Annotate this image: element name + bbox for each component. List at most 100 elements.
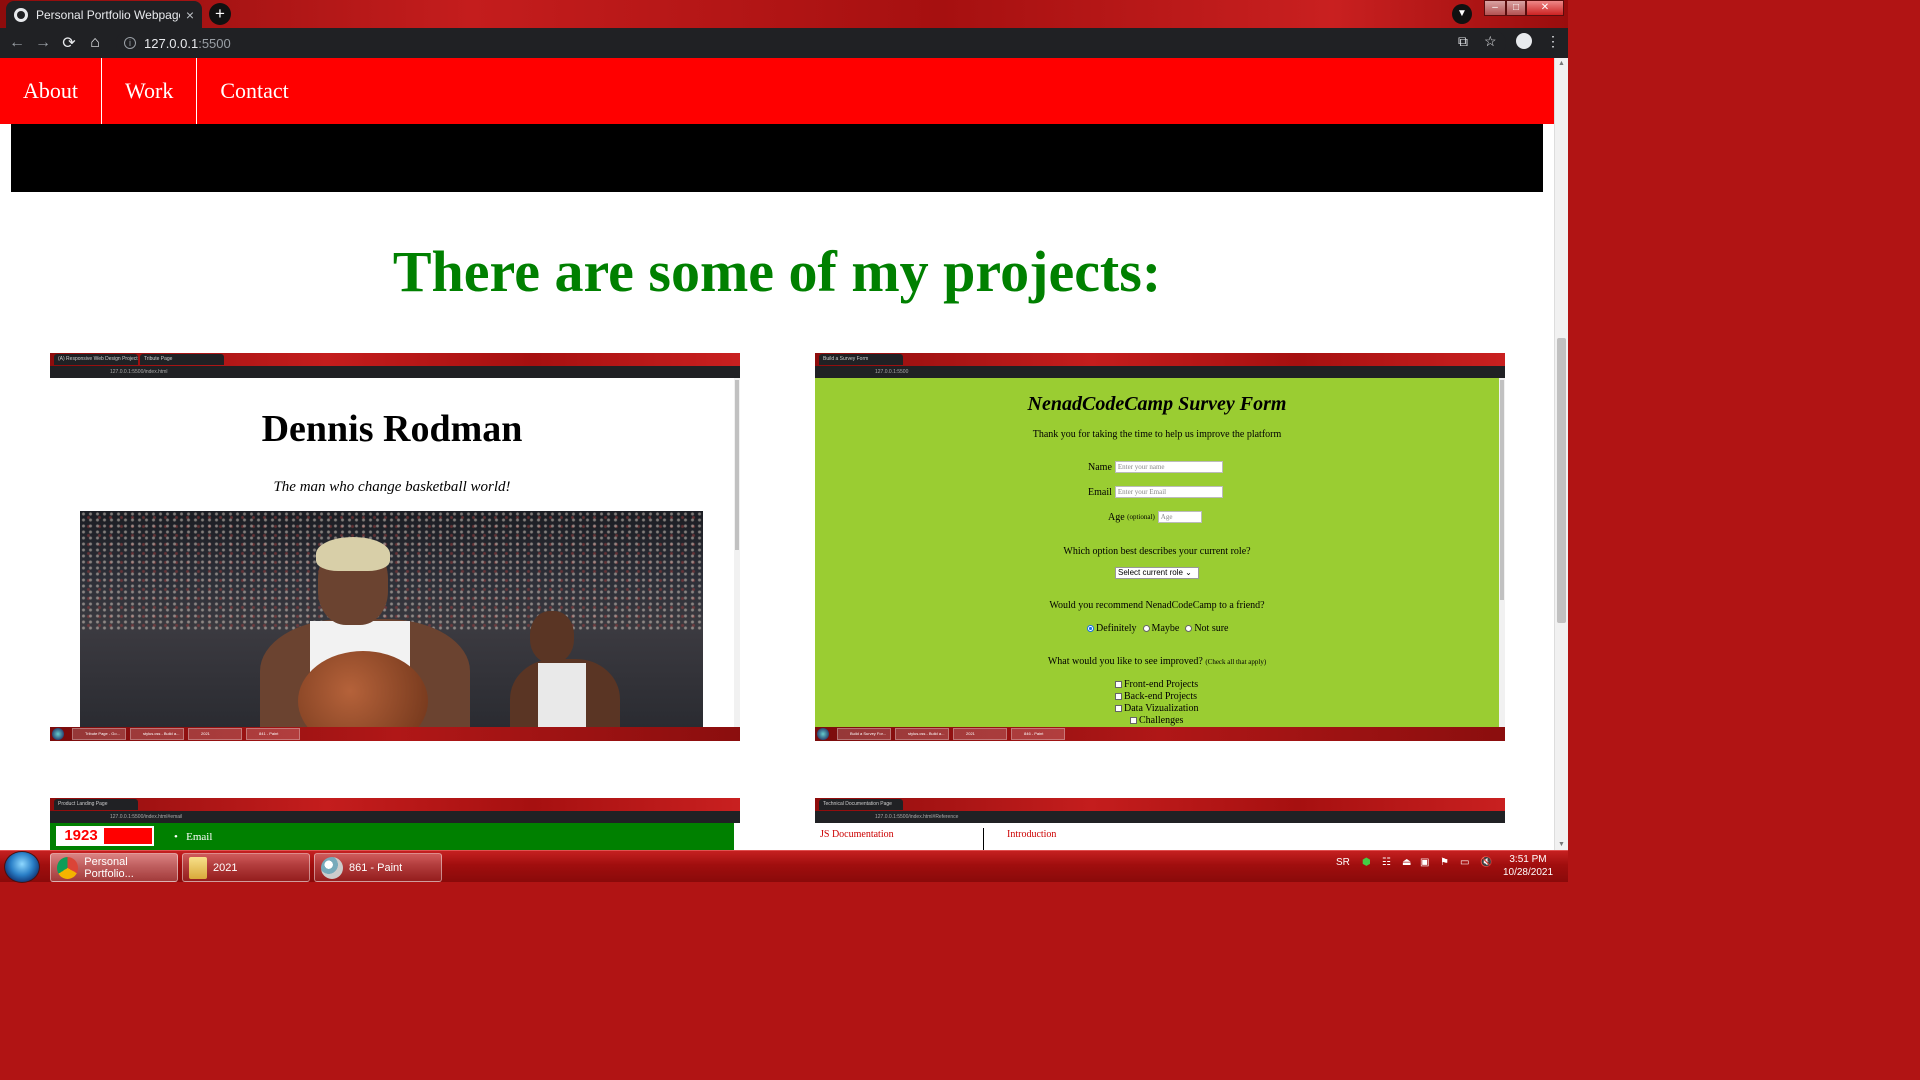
url-host: 127.0.0.1 <box>144 35 199 51</box>
radio-definitely[interactable] <box>1087 625 1094 632</box>
role-select-value: Select current role <box>1118 568 1183 577</box>
name-input[interactable]: Enter your name <box>1114 461 1223 473</box>
checkbox[interactable] <box>1115 705 1122 712</box>
scroll-down-icon[interactable]: ▼ <box>1558 841 1565 848</box>
mini-task: Tribute Page - Go... <box>72 728 126 740</box>
browser-titlebar: Personal Portfolio Webpage × + ▼ – □ ✕ <box>0 0 1568 28</box>
maximize-button[interactable]: □ <box>1506 0 1526 16</box>
nav-about-link[interactable]: About <box>0 58 102 124</box>
checkbox[interactable] <box>1115 693 1122 700</box>
page-scrollbar[interactable]: ▲ ▼ <box>1554 58 1568 850</box>
taskbar-label: 2021 <box>213 861 238 874</box>
tab-close-icon[interactable]: × <box>186 7 194 23</box>
checkbox[interactable] <box>1130 717 1137 724</box>
start-button[interactable] <box>4 851 40 883</box>
improve-question-text: What would you like to see improved? <box>1047 656 1203 667</box>
projects-heading: There are some of my projects: <box>392 239 1162 304</box>
scroll-up-icon[interactable]: ▲ <box>1558 60 1565 67</box>
improve-option: Front-end Projects <box>1115 679 1198 690</box>
new-tab-button[interactable]: + <box>209 3 231 25</box>
reload-icon[interactable]: ⟳ <box>56 33 82 53</box>
action-center-flag-icon[interactable]: ⚑ <box>1440 857 1449 868</box>
landing-logo: 1923 <box>56 826 154 846</box>
player-figure <box>510 611 620 727</box>
nav-work-link[interactable]: Work <box>102 58 198 124</box>
mini-task: stylus.css - Build a... <box>130 728 184 740</box>
age-label: Age <box>1108 511 1125 523</box>
checkbox[interactable] <box>1115 681 1122 688</box>
mini-task: 2021 <box>188 728 242 740</box>
email-input[interactable]: Enter your Email <box>1114 486 1223 498</box>
radio-not-sure[interactable] <box>1185 625 1193 632</box>
survey-email-row: Email Enter your Email <box>1088 486 1223 498</box>
display-icon[interactable]: ▣ <box>1420 857 1429 868</box>
site-navbar: About Work Contact <box>0 58 1554 124</box>
minimize-button[interactable]: – <box>1484 0 1506 16</box>
volume-muted-icon[interactable]: 🔇 <box>1480 857 1492 868</box>
role-select[interactable]: Select current role ⌄ <box>1115 567 1199 579</box>
kebab-menu-icon[interactable]: ⋮ <box>1546 33 1560 50</box>
mini-tab: Build a Survey Form <box>819 354 903 365</box>
mini-titlebar: (A) Responsive Web Design Project Tribut… <box>50 353 740 366</box>
radio-label: Definitely <box>1096 623 1137 634</box>
improve-option: Challenges <box>1130 715 1183 726</box>
nav-contact-link[interactable]: Contact <box>197 58 311 124</box>
project-tile-docs[interactable]: Technical Documentation Page 127.0.0.1:5… <box>815 798 1505 850</box>
network-monitor-icon[interactable]: ▭ <box>1460 857 1469 868</box>
mini-task: 2021 <box>953 728 1007 740</box>
radio-maybe[interactable] <box>1142 625 1150 632</box>
browser-tab[interactable]: Personal Portfolio Webpage × <box>6 1 202 28</box>
welcome-section-band <box>11 124 1543 192</box>
page-viewport: About Work Contact There are some of my … <box>0 58 1554 850</box>
mini-address-bar: 127.0.0.1:5500/index.html <box>50 366 740 378</box>
taskbar-chrome-button[interactable]: Personal Portfolio... <box>50 853 178 882</box>
survey-age-row: Age (optional) Age <box>1108 511 1202 523</box>
globe-icon <box>14 7 28 22</box>
mini-scrollbar <box>1499 378 1505 727</box>
info-icon[interactable]: i <box>124 37 136 49</box>
system-clock[interactable]: 3:51 PM 10/28/2021 <box>1498 853 1558 879</box>
translate-icon[interactable]: ⧉ <box>1458 33 1468 50</box>
mini-tab: (A) Responsive Web Design Project <box>54 354 138 365</box>
chrome-menu-icon[interactable]: ▼ <box>1452 4 1472 24</box>
bookmark-star-icon[interactable]: ☆ <box>1484 33 1497 50</box>
address-bar[interactable]: i 127.0.0.1:5500 <box>116 31 1506 55</box>
back-arrow-icon[interactable]: ← <box>4 34 30 52</box>
recommend-options: Definitely Maybe Not sure <box>1081 623 1229 634</box>
improve-hint: (Check all that apply) <box>1205 658 1267 666</box>
language-indicator[interactable]: SR <box>1336 857 1350 868</box>
mini-task: 841 - Paint <box>246 728 300 740</box>
improve-question: What would you like to see improved? (Ch… <box>815 656 1499 667</box>
mini-tab: Technical Documentation Page <box>819 799 903 810</box>
project-tile-tribute[interactable]: (A) Responsive Web Design Project Tribut… <box>50 353 740 741</box>
taskbar-paint-button[interactable]: 861 - Paint <box>314 853 442 882</box>
forward-arrow-icon[interactable]: → <box>30 34 56 52</box>
profile-avatar-icon[interactable] <box>1516 33 1532 49</box>
usb-device-icon[interactable]: ⏏ <box>1402 857 1411 868</box>
url-port: :5500 <box>198 35 231 51</box>
mini-task: Build a Survey For... <box>837 728 891 740</box>
scrollbar-thumb[interactable] <box>1557 338 1566 623</box>
home-icon[interactable]: ⌂ <box>82 34 108 52</box>
docs-section-title: Introduction <box>1007 829 1057 840</box>
project-tile-survey[interactable]: Build a Survey Form 127.0.0.1:5500 Nenad… <box>815 353 1505 741</box>
docs-divider <box>983 828 984 850</box>
tab-title: Personal Portfolio Webpage <box>36 7 180 22</box>
taskbar-label: 861 - Paint <box>349 861 403 874</box>
survey-title: NenadCodeCamp Survey Form <box>1027 393 1287 415</box>
taskbar-folder-button[interactable]: 2021 <box>182 853 310 882</box>
close-window-button[interactable]: ✕ <box>1526 0 1564 16</box>
checkbox-label: Back-end Projects <box>1124 691 1198 702</box>
mini-titlebar: Product Landing Page <box>50 798 740 811</box>
landing-email-link[interactable]: • Email <box>174 831 212 843</box>
recommend-question: Would you recommend NenadCodeCamp to a f… <box>1049 600 1265 611</box>
age-input[interactable]: Age <box>1157 511 1202 523</box>
mini-scrollbar <box>734 378 740 727</box>
network-icon[interactable]: ☷ <box>1382 857 1391 868</box>
security-shield-icon[interactable]: ⬢ <box>1362 857 1371 868</box>
mini-titlebar: Technical Documentation Page <box>815 798 1505 811</box>
project-tile-landing[interactable]: Product Landing Page 127.0.0.1:5500/inde… <box>50 798 740 850</box>
landing-header: 1923 • Email <box>50 823 734 850</box>
survey-name-row: Name Enter your name <box>1088 461 1223 473</box>
taskbar-label: Personal Portfolio... <box>84 855 134 880</box>
